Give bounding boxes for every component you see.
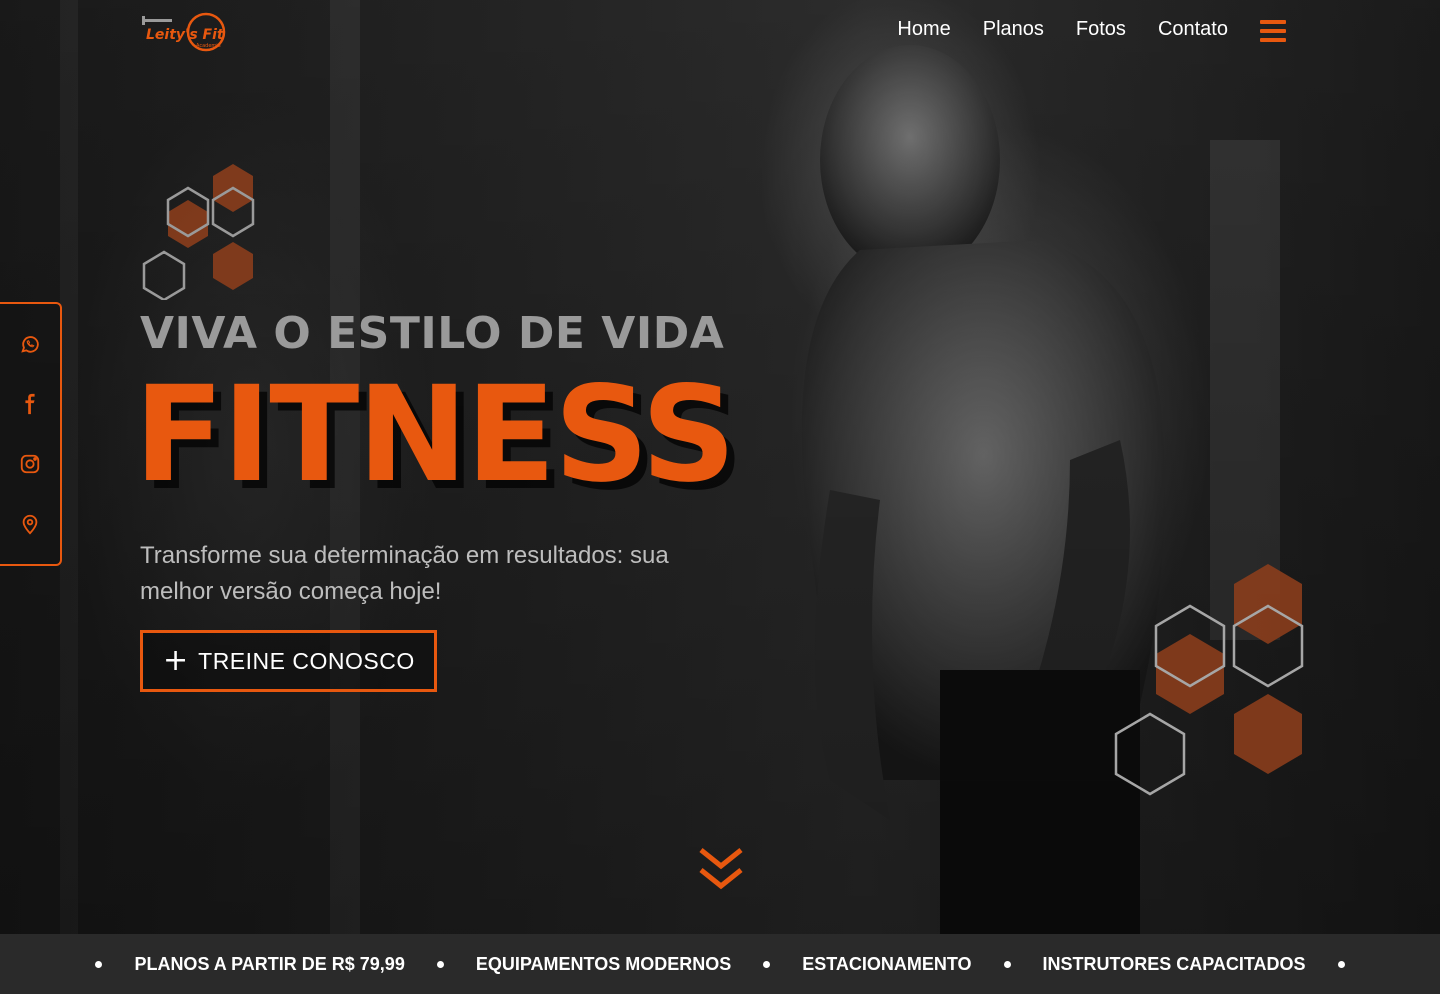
scroll-down-icon[interactable]: [698, 846, 744, 892]
bullet-icon: [436, 960, 444, 968]
facebook-icon[interactable]: [18, 392, 42, 416]
bullet-icon: [1337, 960, 1345, 968]
plus-icon: +: [163, 643, 189, 678]
decorative-hexagons-right: [1114, 564, 1304, 796]
instagram-icon[interactable]: [18, 452, 42, 476]
nav-planos[interactable]: Planos: [983, 18, 1044, 41]
features-bar: PLANOS A PARTIR DE R$ 79,99 EQUIPAMENTOS…: [0, 934, 1440, 994]
cta-label: TREINE CONOSCO: [198, 647, 415, 674]
feature-item: PLANOS A PARTIR DE R$ 79,99: [134, 953, 405, 974]
treine-conosco-button[interactable]: + TREINE CONOSCO: [140, 630, 437, 692]
feature-item: INSTRUTORES CAPACITADOS: [1042, 953, 1306, 974]
hamburger-menu-icon[interactable]: [1260, 20, 1286, 42]
nav-contato[interactable]: Contato: [1158, 18, 1228, 41]
feature-item: EQUIPAMENTOS MODERNOS: [475, 953, 732, 974]
main-nav: Home Planos Fotos Contato: [897, 18, 1228, 41]
bullet-icon: [763, 960, 771, 968]
svg-text:Academia: Academia: [196, 43, 221, 49]
hero-title: FITNESS: [134, 358, 736, 512]
decorative-hexagons-left: [142, 164, 255, 300]
hero-subtitle: VIVA O ESTILO DE VIDA: [140, 308, 725, 359]
hero-description: Transforme sua determinação em resultado…: [140, 542, 669, 605]
bullet-icon: [1003, 960, 1011, 968]
feature-item: ESTACIONAMENTO: [802, 953, 972, 974]
bullet-icon: [95, 960, 103, 968]
nav-home[interactable]: Home: [897, 18, 950, 41]
nav-fotos[interactable]: Fotos: [1076, 18, 1126, 41]
social-sidebar: [0, 302, 62, 566]
location-icon[interactable]: [18, 512, 42, 536]
brand-logo[interactable]: Leity's Fit Academia: [140, 10, 230, 54]
svg-text:Leity's Fit: Leity's Fit: [146, 27, 225, 43]
whatsapp-icon[interactable]: [18, 332, 42, 356]
